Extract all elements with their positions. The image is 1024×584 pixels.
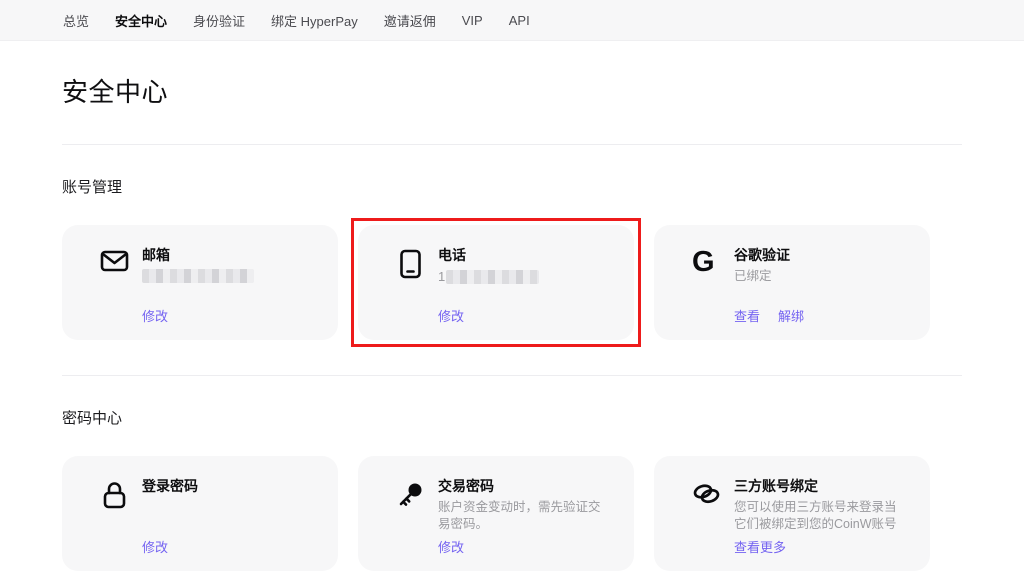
email-card: 邮箱 修改 bbox=[62, 225, 338, 340]
nav-item-referral[interactable]: 邀请返佣 bbox=[384, 11, 436, 30]
trading-password-card-main: 交易密码 账户资金变动时，需先验证交易密码。 bbox=[396, 477, 612, 533]
trading-password-card-links: 修改 bbox=[438, 537, 612, 556]
login-password-card-main: 登录密码 bbox=[100, 477, 316, 510]
phone-blur-mosaic bbox=[446, 270, 539, 284]
phone-card-title: 电话 bbox=[438, 246, 612, 264]
third-party-binding-card: 三方账号绑定 您可以使用三方账号来登录当它们被绑定到您的CoinW账号 查看更多 bbox=[654, 456, 930, 571]
third-party-binding-card-main: 三方账号绑定 您可以使用三方账号来登录当它们被绑定到您的CoinW账号 bbox=[692, 477, 908, 533]
nav-item-identity-verification[interactable]: 身份验证 bbox=[193, 11, 245, 30]
login-password-card: 登录密码 修改 bbox=[62, 456, 338, 571]
phone-card-main: 电话 1 bbox=[396, 246, 612, 284]
nav-item-api[interactable]: API bbox=[509, 13, 530, 28]
google-auth-status: 已绑定 bbox=[734, 268, 908, 285]
third-party-binding-card-links: 查看更多 bbox=[734, 537, 908, 556]
nav-item-bind-hyperpay[interactable]: 绑定 HyperPay bbox=[271, 11, 358, 30]
google-auth-card-title: 谷歌验证 bbox=[734, 246, 908, 264]
page-title: 安全中心 bbox=[62, 72, 962, 109]
nav-item-overview[interactable]: 总览 bbox=[63, 11, 89, 30]
email-card-main: 邮箱 bbox=[100, 246, 316, 283]
phone-card: 电话 1 修改 bbox=[358, 225, 634, 340]
google-view-link[interactable]: 查看 bbox=[734, 306, 760, 325]
chain-link-icon bbox=[692, 477, 721, 533]
nav-item-security-center[interactable]: 安全中心 bbox=[115, 11, 167, 30]
google-auth-card: G 谷歌验证 已绑定 查看 解绑 bbox=[654, 225, 930, 340]
google-icon: G bbox=[692, 246, 721, 285]
login-password-card-title: 登录密码 bbox=[142, 477, 316, 495]
phone-modify-link[interactable]: 修改 bbox=[438, 306, 464, 325]
section-title-password-center: 密码中心 bbox=[62, 407, 962, 428]
password-center-cards: 登录密码 修改 交易密码 账户资金变 bbox=[62, 456, 962, 571]
google-auth-card-main: G 谷歌验证 已绑定 bbox=[692, 246, 908, 285]
trading-password-description: 账户资金变动时，需先验证交易密码。 bbox=[438, 499, 612, 533]
security-center-page: 安全中心 账号管理 邮箱 修改 bbox=[0, 72, 1024, 584]
phone-card-text: 电话 1 bbox=[438, 246, 612, 284]
phone-masked-value: 1 bbox=[438, 269, 612, 284]
trading-password-card-title: 交易密码 bbox=[438, 477, 612, 495]
login-password-card-links: 修改 bbox=[142, 537, 316, 556]
third-party-view-more-link[interactable]: 查看更多 bbox=[734, 537, 786, 556]
trading-password-card-text: 交易密码 账户资金变动时，需先验证交易密码。 bbox=[438, 477, 612, 533]
trading-password-card: 交易密码 账户资金变动时，需先验证交易密码。 修改 bbox=[358, 456, 634, 571]
trading-password-modify-link[interactable]: 修改 bbox=[438, 537, 464, 556]
section-divider bbox=[62, 375, 962, 376]
third-party-binding-card-text: 三方账号绑定 您可以使用三方账号来登录当它们被绑定到您的CoinW账号 bbox=[734, 477, 908, 533]
lock-icon bbox=[100, 477, 129, 510]
google-auth-card-links: 查看 解绑 bbox=[734, 306, 908, 325]
login-password-modify-link[interactable]: 修改 bbox=[142, 537, 168, 556]
login-password-card-text: 登录密码 bbox=[142, 477, 316, 510]
email-masked-value bbox=[142, 269, 316, 283]
google-unbind-link[interactable]: 解绑 bbox=[778, 306, 804, 325]
third-party-binding-description: 您可以使用三方账号来登录当它们被绑定到您的CoinW账号 bbox=[734, 499, 908, 533]
key-icon bbox=[396, 477, 425, 533]
section-title-account-management: 账号管理 bbox=[62, 176, 962, 197]
email-card-links: 修改 bbox=[142, 306, 316, 325]
email-card-title: 邮箱 bbox=[142, 246, 316, 264]
nav-item-vip[interactable]: VIP bbox=[462, 13, 483, 28]
top-navigation: 总览 安全中心 身份验证 绑定 HyperPay 邀请返佣 VIP API bbox=[0, 0, 1024, 41]
envelope-icon bbox=[100, 246, 129, 283]
email-card-text: 邮箱 bbox=[142, 246, 316, 283]
phone-value-prefix: 1 bbox=[438, 269, 445, 284]
section-divider bbox=[62, 144, 962, 145]
google-auth-card-text: 谷歌验证 已绑定 bbox=[734, 246, 908, 285]
phone-card-links: 修改 bbox=[438, 306, 612, 325]
third-party-binding-card-title: 三方账号绑定 bbox=[734, 477, 908, 495]
email-modify-link[interactable]: 修改 bbox=[142, 306, 168, 325]
account-management-cards: 邮箱 修改 电话 bbox=[62, 225, 962, 340]
phone-icon bbox=[396, 246, 425, 284]
email-blur-mosaic bbox=[142, 269, 254, 283]
